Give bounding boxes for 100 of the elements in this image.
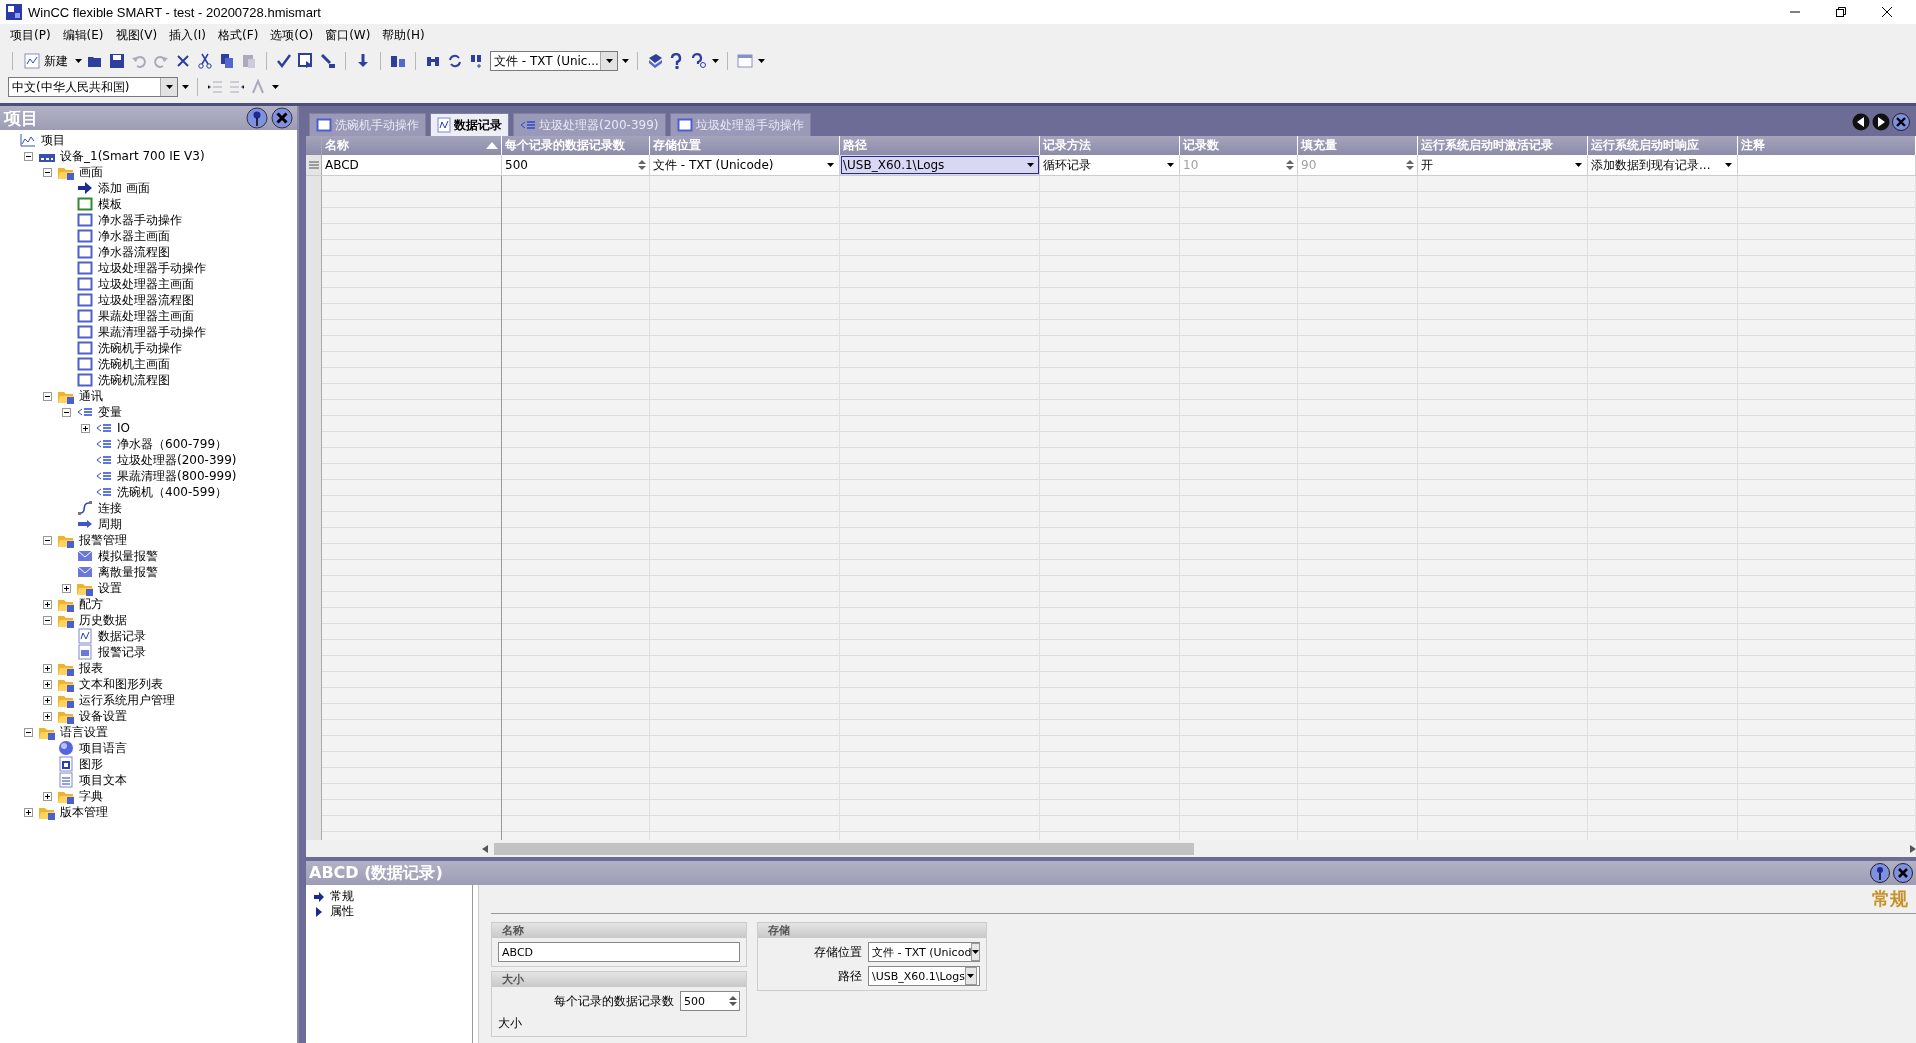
tree-item[interactable]: 项目	[39, 131, 67, 149]
collapse-toggle[interactable]	[40, 535, 54, 545]
tree-item[interactable]: 画面	[77, 163, 105, 181]
help-icon[interactable]	[1870, 863, 1890, 883]
help-search-icon[interactable]	[690, 51, 708, 71]
tree-item[interactable]: IO	[115, 421, 132, 435]
compile-icon[interactable]	[297, 51, 315, 71]
storage-combo[interactable]: 文件 - TXT (Unic...	[490, 51, 618, 71]
window-icon[interactable]	[736, 51, 754, 71]
tree-item[interactable]: 周期	[96, 515, 124, 533]
tree-item[interactable]: 模拟量报警	[96, 547, 160, 565]
menu-item[interactable]: 视图(V)	[109, 26, 164, 44]
copy-icon[interactable]	[218, 51, 236, 71]
book-icon[interactable]	[646, 51, 664, 71]
expand-toggle[interactable]	[40, 679, 54, 689]
transfer-icon[interactable]	[319, 51, 337, 71]
menu-item[interactable]: 格式(F)	[212, 26, 265, 44]
tree-item[interactable]: 连接	[96, 499, 124, 517]
expand-toggle[interactable]	[59, 583, 73, 593]
tree-item[interactable]: 模板	[96, 195, 124, 213]
collapse-toggle[interactable]	[21, 727, 35, 737]
tree-item[interactable]: 设置	[96, 579, 124, 597]
pin-icon[interactable]	[246, 107, 268, 129]
combo-box[interactable]: 添加数据到现有记录...	[1588, 155, 1738, 175]
menu-item[interactable]: 编辑(E)	[56, 26, 110, 44]
combo-box[interactable]: 循环记录	[1040, 155, 1180, 175]
combo-box[interactable]: 文件 - TXT (Unicod	[868, 942, 980, 962]
tree-item[interactable]: 洗碗机手动操作	[96, 339, 184, 357]
expand-toggle[interactable]	[40, 791, 54, 801]
tree-item[interactable]: 净水器（600-799）	[115, 435, 230, 453]
tree-item[interactable]: 版本管理	[58, 803, 110, 821]
previous-icon[interactable]	[1852, 113, 1870, 131]
expand-toggle[interactable]	[40, 711, 54, 721]
spin-box[interactable]: 500	[502, 155, 650, 175]
tree-item[interactable]: 垃圾处理器主画面	[96, 275, 196, 293]
collapse-toggle[interactable]	[40, 615, 54, 625]
tree-item[interactable]: 果蔬清理器(800-999)	[115, 467, 239, 485]
expand-toggle[interactable]	[40, 599, 54, 609]
nav-item[interactable]: 常规	[330, 888, 354, 905]
tree-item[interactable]: 设备设置	[77, 707, 129, 725]
tree-item[interactable]: 运行系统用户管理	[77, 691, 177, 709]
tree-item[interactable]: 垃圾处理器流程图	[96, 291, 196, 309]
collapse-toggle[interactable]	[40, 391, 54, 401]
spin-box[interactable]: 500	[680, 991, 740, 1011]
tree-item[interactable]: 设备_1(Smart 700 IE V3)	[58, 147, 207, 165]
tree-item[interactable]: 通讯	[77, 387, 105, 405]
tree-item[interactable]: 垃圾处理器手动操作	[96, 259, 208, 277]
language-combo[interactable]: 中文(中华人民共和国)	[8, 77, 178, 97]
close-icon[interactable]	[1892, 113, 1910, 131]
next-icon[interactable]	[1872, 113, 1890, 131]
close-icon[interactable]	[271, 107, 293, 129]
editor-tab[interactable]: 数据记录	[430, 113, 509, 136]
tree-item[interactable]: 数据记录	[96, 627, 148, 645]
tree-item[interactable]: 离散量报警	[96, 563, 160, 581]
combo-box[interactable]: \USB_X60.1\Logs	[840, 155, 1040, 175]
tree-item[interactable]: 语言设置	[58, 723, 110, 741]
tree-item[interactable]: 添加 画面	[96, 179, 152, 197]
tree-item[interactable]: 净水器主画面	[96, 227, 172, 245]
cut-icon[interactable]	[196, 51, 214, 71]
expand-toggle[interactable]	[21, 807, 35, 817]
restore-icon[interactable]	[1836, 7, 1846, 17]
menu-item[interactable]: 帮助(H)	[376, 26, 431, 44]
tree-item[interactable]: 项目文本	[77, 771, 129, 789]
tree-item[interactable]: 果蔬处理器主画面	[96, 307, 196, 325]
tree-item[interactable]: 洗碗机主画面	[96, 355, 172, 373]
menu-item[interactable]: 插入(I)	[163, 26, 213, 44]
tree-item[interactable]: 洗碗机（400-599）	[115, 483, 230, 501]
tree-item[interactable]: 洗碗机流程图	[96, 371, 172, 389]
combo-box[interactable]: \USB_X60.1\Logs	[868, 966, 980, 986]
menu-item[interactable]: 窗口(W)	[319, 26, 377, 44]
tree-item[interactable]: 报表	[77, 659, 105, 677]
tree-item[interactable]: 果蔬清理器手动操作	[96, 323, 208, 341]
collapse-toggle[interactable]	[59, 407, 73, 417]
collapse-toggle[interactable]	[40, 167, 54, 177]
nav-item[interactable]: 属性	[330, 903, 354, 920]
expand-toggle[interactable]	[40, 695, 54, 705]
expand-toggle[interactable]	[78, 423, 92, 433]
expand-toggle[interactable]	[40, 663, 54, 673]
tree-item[interactable]: 变量	[96, 403, 124, 421]
tree-item[interactable]: 文本和图形列表	[77, 675, 165, 693]
tree-item[interactable]: 垃圾处理器(200-399)	[115, 451, 239, 469]
tree-item[interactable]: 字典	[77, 787, 105, 805]
menu-item[interactable]: 选项(O)	[264, 26, 320, 44]
tree-item[interactable]: 项目语言	[77, 739, 129, 757]
tree-item[interactable]: 配方	[77, 595, 105, 613]
tree-item[interactable]: 净水器流程图	[96, 243, 172, 261]
save-icon[interactable]	[108, 51, 126, 71]
close-icon[interactable]	[1893, 863, 1913, 883]
menu-item[interactable]: 项目(P)	[4, 26, 57, 44]
table-cell[interactable]: ABCD	[322, 155, 502, 175]
tree-item[interactable]: 净水器手动操作	[96, 211, 184, 229]
close-icon[interactable]	[1882, 7, 1892, 17]
tree-item[interactable]: 历史数据	[77, 611, 129, 629]
combo-box[interactable]: 开	[1418, 155, 1588, 175]
tree-item[interactable]: 报警管理	[77, 531, 129, 549]
tree-item[interactable]: 图形	[77, 755, 105, 773]
new-button[interactable]: 新建	[21, 51, 71, 71]
tree-item[interactable]: 报警记录	[96, 643, 148, 661]
collapse-toggle[interactable]	[21, 151, 35, 161]
name-field[interactable]: ABCD	[498, 942, 740, 962]
